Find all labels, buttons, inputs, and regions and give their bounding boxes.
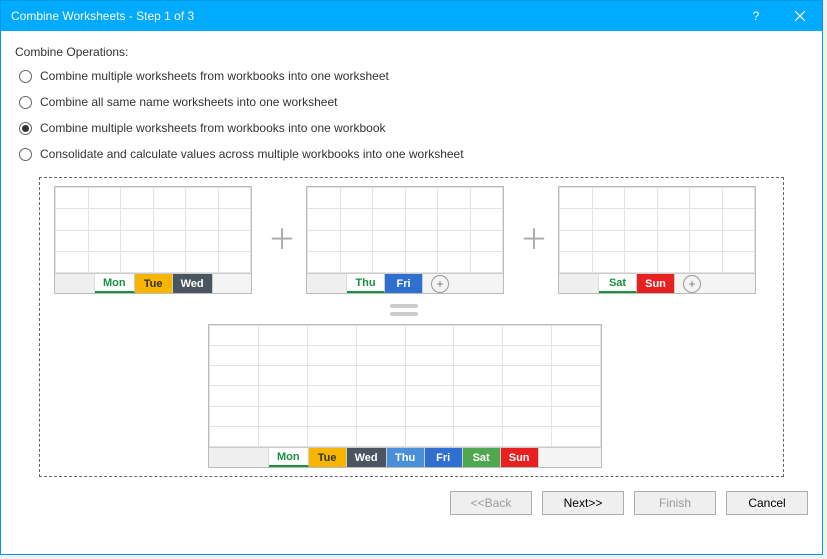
workbook-1: Mon Tue Wed [54,186,252,294]
close-button[interactable] [778,1,822,31]
tab-thu: Thu [387,448,425,467]
workbook-2: Thu Fri + [306,186,504,294]
radio-icon [19,96,32,109]
tab-sun: Sun [501,448,539,467]
radio-icon [19,122,32,135]
tab-add-area: + [423,274,503,293]
radio-option-4[interactable]: Consolidate and calculate values across … [19,147,808,161]
sheet-grid [55,187,251,273]
add-sheet-icon: + [431,275,449,293]
tab-sun: Sun [637,274,675,293]
tab-spacer [307,274,347,293]
tab-spacer [559,274,599,293]
tab-tue: Tue [135,274,173,293]
tab-strip: Mon Tue Wed Thu Fri Sat Sun [209,447,601,467]
tab-sat: Sat [463,448,501,467]
radio-label: Combine all same name worksheets into on… [40,95,337,109]
tab-mon: Mon [269,448,309,467]
illustration-panel: Mon Tue Wed ＋ Thu Fri + [39,177,784,477]
plus-icon: ＋ [520,218,548,258]
sheet-grid [559,187,755,273]
radio-icon [19,70,32,83]
workbook-3: Sat Sun + [558,186,756,294]
content-area: Combine Operations: Combine multiple wor… [1,31,822,477]
back-button[interactable]: <<Back [450,491,532,515]
finish-button[interactable]: Finish [634,491,716,515]
radio-icon [19,148,32,161]
tab-wed: Wed [173,274,213,293]
dialog-title: Combine Worksheets - Step 1 of 3 [11,9,734,23]
tab-thu: Thu [347,274,385,293]
equals-icon [390,304,418,316]
tab-strip: Sat Sun + [559,273,755,293]
close-icon [795,11,805,21]
tab-strip: Mon Tue Wed [55,273,251,293]
radio-group: Combine multiple worksheets from workboo… [19,69,808,161]
radio-label: Combine multiple worksheets from workboo… [40,121,386,135]
button-row: <<Back Next>> Finish Cancel [1,477,822,527]
help-button[interactable]: ? [734,1,778,31]
radio-label: Consolidate and calculate values across … [40,147,464,161]
sheet-grid [307,187,503,273]
add-sheet-icon: + [683,275,701,293]
radio-option-1[interactable]: Combine multiple worksheets from workboo… [19,69,808,83]
tab-tue: Tue [309,448,347,467]
result-workbook: Mon Tue Wed Thu Fri Sat Sun [208,324,602,468]
tab-add-area: + [675,274,755,293]
tab-fri: Fri [425,448,463,467]
sheet-grid [209,325,601,447]
radio-option-2[interactable]: Combine all same name worksheets into on… [19,95,808,109]
radio-label: Combine multiple worksheets from workboo… [40,69,389,83]
tab-fri: Fri [385,274,423,293]
tab-mon: Mon [95,274,135,293]
dialog-window: Combine Worksheets - Step 1 of 3 ? Combi… [0,0,823,555]
radio-option-3[interactable]: Combine multiple worksheets from workboo… [19,121,808,135]
tab-strip: Thu Fri + [307,273,503,293]
next-button[interactable]: Next>> [542,491,624,515]
plus-icon: ＋ [268,218,296,258]
tab-sat: Sat [599,274,637,293]
tab-spacer [209,448,269,467]
tab-wed: Wed [347,448,387,467]
group-label: Combine Operations: [15,45,808,59]
cancel-button[interactable]: Cancel [726,491,808,515]
title-bar: Combine Worksheets - Step 1 of 3 ? [1,1,822,31]
tab-spacer [55,274,95,293]
